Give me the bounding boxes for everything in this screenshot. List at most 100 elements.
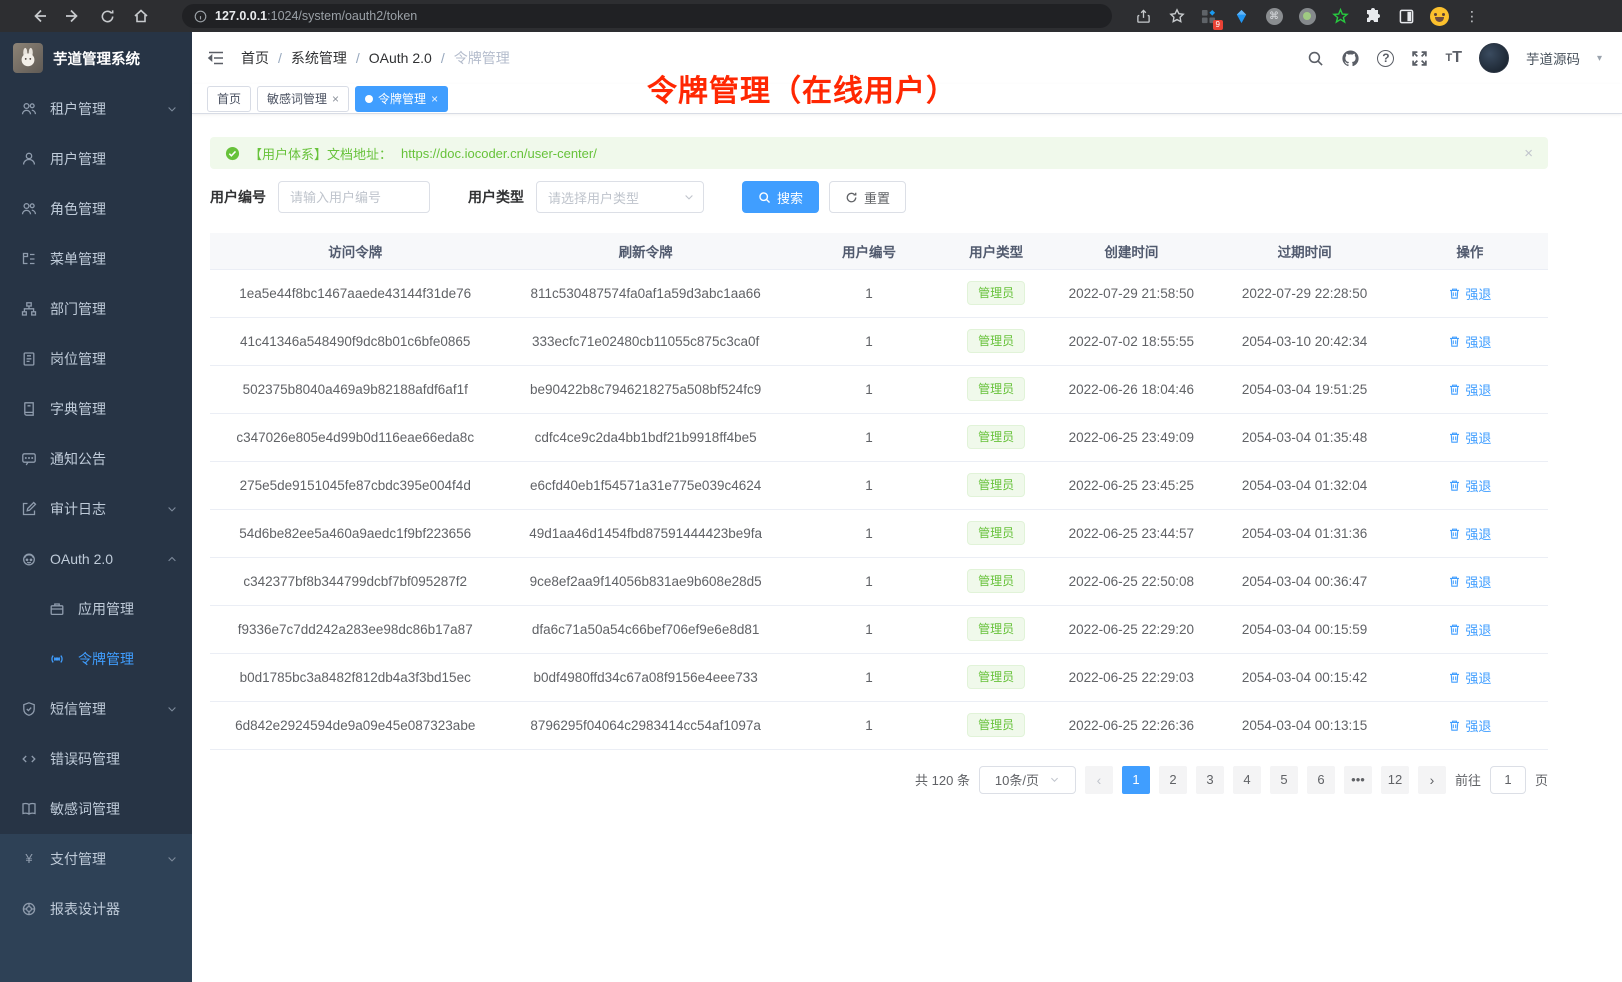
dot-extension-icon[interactable] (1297, 6, 1317, 26)
force-logout-button[interactable]: 强退 (1448, 668, 1491, 687)
breadcrumb-home[interactable]: 首页 (241, 48, 269, 68)
sidebar-item-dict[interactable]: 字典管理 (0, 384, 192, 434)
alert-close-icon[interactable]: × (1524, 145, 1533, 162)
puzzle-extension-icon[interactable] (1363, 6, 1383, 26)
goto-page-input[interactable] (1490, 766, 1526, 794)
sidebar-item-tenant[interactable]: 租户管理 (0, 84, 192, 134)
filter-form: 用户编号 用户类型 请选择用户类型 搜索 重置 (210, 181, 1548, 213)
created-time-cell: 2022-07-29 21:58:50 (1045, 269, 1217, 317)
reload-icon[interactable] (90, 3, 124, 29)
sidebar-item-oauth-token[interactable]: 令牌管理 (0, 634, 192, 684)
next-page-button[interactable]: › (1418, 766, 1446, 794)
access-token-cell: 502375b8040a469a9b82188afdf6af1f (210, 365, 500, 413)
expire-time-cell: 2054-03-04 00:13:15 (1217, 701, 1391, 749)
forward-icon[interactable] (56, 3, 90, 29)
command-extension-icon[interactable]: ⌘ (1264, 6, 1284, 26)
menu-fold-icon[interactable] (207, 49, 225, 67)
browser-menu-icon[interactable]: ⋮ (1462, 6, 1482, 26)
page-button-1[interactable]: 1 (1122, 766, 1150, 794)
page-button-5[interactable]: 5 (1270, 766, 1298, 794)
force-logout-button[interactable]: 强退 (1448, 716, 1491, 735)
sidebar-item-audit-log[interactable]: 审计日志 (0, 484, 192, 534)
sidebar-item-sensitive-word[interactable]: 敏感词管理 (0, 784, 192, 834)
url-host: 127.0.0.1 (215, 9, 267, 23)
breadcrumb-system[interactable]: 系统管理 (291, 48, 347, 68)
force-logout-button[interactable]: 强退 (1448, 284, 1491, 303)
trash-icon (1448, 287, 1461, 300)
tab-sensitive-word[interactable]: 敏感词管理 × (257, 86, 349, 112)
breadcrumb-oauth[interactable]: OAuth 2.0 (369, 50, 432, 66)
caret-down-icon[interactable]: ▾ (1597, 53, 1602, 64)
help-icon[interactable]: ? (1377, 50, 1394, 67)
back-icon[interactable] (22, 3, 56, 29)
page-button-3[interactable]: 3 (1196, 766, 1224, 794)
force-logout-button[interactable]: 强退 (1448, 620, 1491, 639)
chevron-down-icon (683, 191, 695, 203)
sidebar-item-dept[interactable]: 部门管理 (0, 284, 192, 334)
sidebar-extension-icon[interactable] (1396, 6, 1416, 26)
extension-grid-icon[interactable]: 9 (1198, 6, 1218, 26)
force-logout-button[interactable]: 强退 (1448, 428, 1491, 447)
close-icon[interactable]: × (332, 92, 339, 106)
expire-time-cell: 2054-03-04 01:35:48 (1217, 413, 1391, 461)
sidebar: 芋道管理系统 租户管理 用户管理 角色管理 菜单管理 部门管理 (0, 32, 192, 982)
font-size-icon[interactable]: TT (1445, 49, 1462, 67)
column-header: 过期时间 (1217, 233, 1391, 269)
user-id-cell: 1 (791, 461, 947, 509)
close-icon[interactable]: × (431, 92, 438, 106)
force-logout-button[interactable]: 强退 (1448, 332, 1491, 351)
force-logout-button[interactable]: 强退 (1448, 524, 1491, 543)
page-size-select[interactable]: 10条/页 (979, 766, 1076, 794)
gem-extension-icon[interactable] (1231, 6, 1251, 26)
sidebar-item-menu[interactable]: 菜单管理 (0, 234, 192, 284)
page-button-2[interactable]: 2 (1159, 766, 1187, 794)
tab-token[interactable]: 令牌管理 × (355, 86, 448, 112)
sidebar-item-error-code[interactable]: 错误码管理 (0, 734, 192, 784)
breadcrumb-current: 令牌管理 (454, 48, 510, 68)
address-bar[interactable]: 127.0.0.1:1024/system/oauth2/token (182, 4, 1112, 28)
sidebar-item-post[interactable]: 岗位管理 (0, 334, 192, 384)
user-avatar[interactable] (1479, 43, 1509, 73)
tab-home[interactable]: 首页 (207, 86, 251, 112)
green-star-extension-icon[interactable] (1330, 6, 1350, 26)
doc-link[interactable]: https://doc.iocoder.cn/user-center/ (401, 146, 597, 161)
home-icon[interactable] (124, 3, 158, 29)
page-button-12[interactable]: 12 (1381, 766, 1409, 794)
sidebar-item-pay[interactable]: ¥ 支付管理 (0, 834, 192, 884)
search-icon[interactable] (1307, 50, 1324, 67)
more-pages-button[interactable]: ••• (1344, 766, 1372, 794)
page-button-4[interactable]: 4 (1233, 766, 1261, 794)
app-logo[interactable]: 芋道管理系统 (0, 32, 192, 84)
page-unit-label: 页 (1535, 770, 1548, 789)
force-logout-button[interactable]: 强退 (1448, 476, 1491, 495)
force-logout-button[interactable]: 强退 (1448, 572, 1491, 591)
force-logout-button[interactable]: 强退 (1448, 380, 1491, 399)
reset-button[interactable]: 重置 (829, 181, 906, 213)
search-button[interactable]: 搜索 (742, 181, 819, 213)
share-icon[interactable] (1126, 3, 1160, 29)
prev-page-button[interactable]: ‹ (1085, 766, 1113, 794)
user-id-input[interactable] (278, 181, 430, 213)
success-check-icon (225, 146, 240, 161)
sidebar-item-role[interactable]: 角色管理 (0, 184, 192, 234)
created-time-cell: 2022-07-02 18:55:55 (1045, 317, 1217, 365)
menu-tree-icon (21, 251, 37, 267)
fullscreen-icon[interactable] (1411, 50, 1428, 67)
logo-avatar (13, 43, 43, 73)
page-button-6[interactable]: 6 (1307, 766, 1335, 794)
username[interactable]: 芋道源码 (1526, 48, 1580, 68)
bookmark-star-icon[interactable] (1160, 3, 1194, 29)
sidebar-item-notice[interactable]: 通知公告 (0, 434, 192, 484)
sidebar-item-oauth[interactable]: OAuth 2.0 (0, 534, 192, 584)
sidebar-item-sms[interactable]: 短信管理 (0, 684, 192, 734)
user-type-select[interactable]: 请选择用户类型 (536, 181, 704, 213)
sidebar-item-report-designer[interactable]: 报表设计器 (0, 884, 192, 934)
user-type-label: 用户类型 (468, 187, 524, 207)
created-time-cell: 2022-06-25 22:26:36 (1045, 701, 1217, 749)
refresh-token-cell: 49d1aa46d1454fbd87591444423be9fa (500, 509, 790, 557)
sidebar-item-user[interactable]: 用户管理 (0, 134, 192, 184)
sidebar-item-oauth-app[interactable]: 应用管理 (0, 584, 192, 634)
access-token-cell: 1ea5e44f8bc1467aaede43144f31de76 (210, 269, 500, 317)
avatar-extension-icon[interactable] (1429, 6, 1449, 26)
github-icon[interactable] (1341, 49, 1360, 68)
